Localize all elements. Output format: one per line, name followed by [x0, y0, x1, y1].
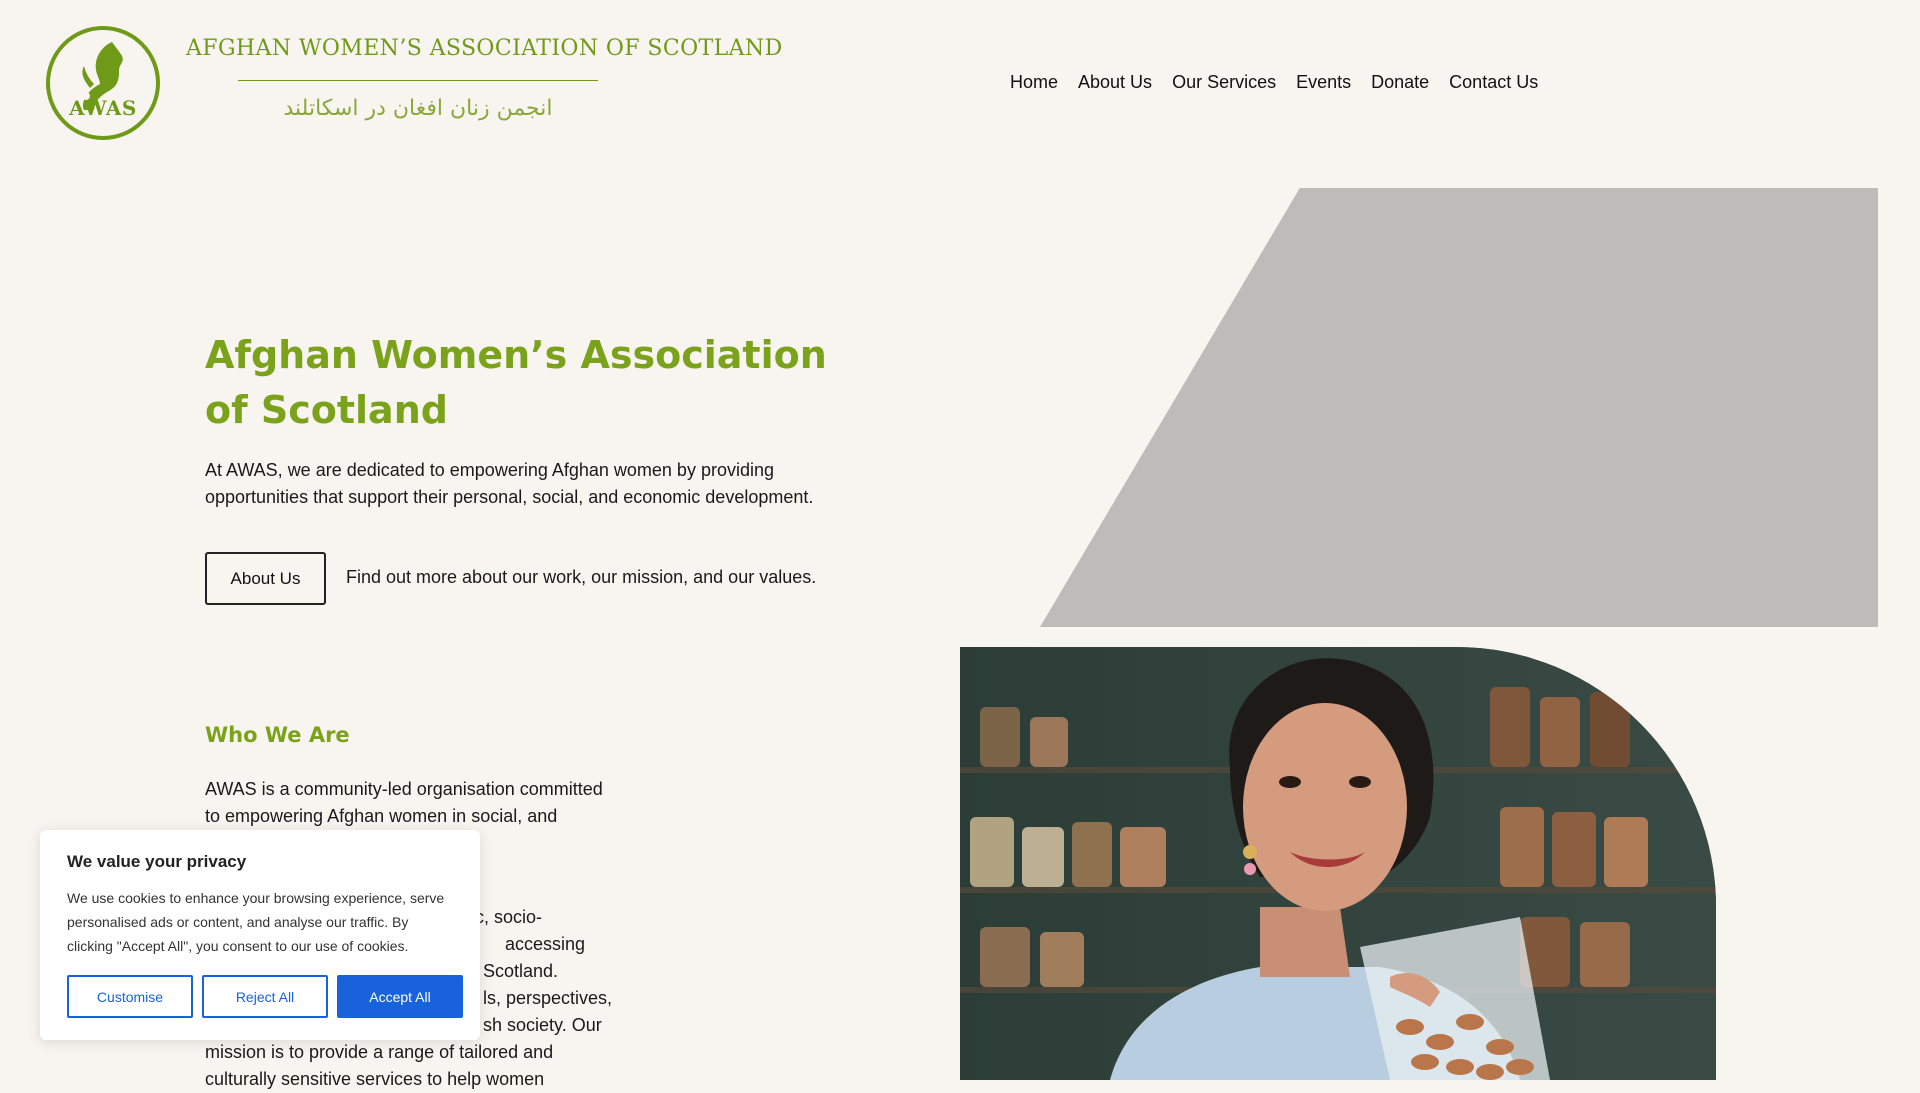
brand-divider [238, 80, 598, 81]
nav-about-us[interactable]: About Us [1068, 72, 1162, 93]
woman-profile-icon [82, 42, 123, 110]
who-we-are-paragraph-1: AWAS is a community-led organisation com… [205, 776, 605, 830]
cookie-title: We value your privacy [67, 852, 247, 871]
about-us-caption: Find out more about our work, our missio… [346, 567, 817, 587]
cookie-text: We use cookies to enhance your browsing … [67, 890, 445, 954]
nav-home[interactable]: Home [1000, 72, 1068, 93]
brand-name-farsi: انجمن زنان افغان در اسکاتلند [283, 96, 553, 121]
cookie-button-group: Customise Reject All Accept All [67, 975, 463, 1018]
cookie-reject-all-button[interactable]: Reject All [202, 975, 328, 1018]
nav-contact-us[interactable]: Contact Us [1439, 72, 1548, 93]
main-nav: Home About Us Our Services Events Donate… [1000, 72, 1548, 93]
who-we-are-paragraph-1-tail: social, and [471, 806, 558, 826]
nav-donate[interactable]: Donate [1361, 72, 1439, 93]
brand-name-english: AFGHAN WOMEN’S ASSOCIATION OF SCOTLAND [186, 36, 783, 61]
nav-our-services[interactable]: Our Services [1162, 72, 1286, 93]
awas-logo[interactable]: AWAS [46, 26, 160, 140]
logo-text: AWAS [69, 96, 137, 120]
cookie-accept-all-button[interactable]: Accept All [337, 975, 463, 1018]
site-header: AWAS AFGHAN WOMEN’S ASSOCIATION OF SCOTL… [0, 0, 1920, 165]
cookie-consent-banner: We value your privacy We use cookies to … [40, 830, 480, 1040]
who-we-are-title: Who We Are [205, 723, 350, 747]
who-line: mission is to provide a range of tailore… [205, 1042, 554, 1062]
cookie-customise-button[interactable]: Customise [67, 975, 193, 1018]
photo-illustration [960, 647, 1716, 1080]
hero-title: Afghan Women’s Association of Scotland [205, 333, 827, 432]
hero-decorative-shape [1040, 188, 1878, 627]
woman-holding-nuts-photo [960, 647, 1716, 1080]
hero-description: At AWAS, we are dedicated to empowering … [205, 460, 814, 507]
about-us-button[interactable]: About Us [205, 552, 326, 605]
nav-events[interactable]: Events [1286, 72, 1361, 93]
